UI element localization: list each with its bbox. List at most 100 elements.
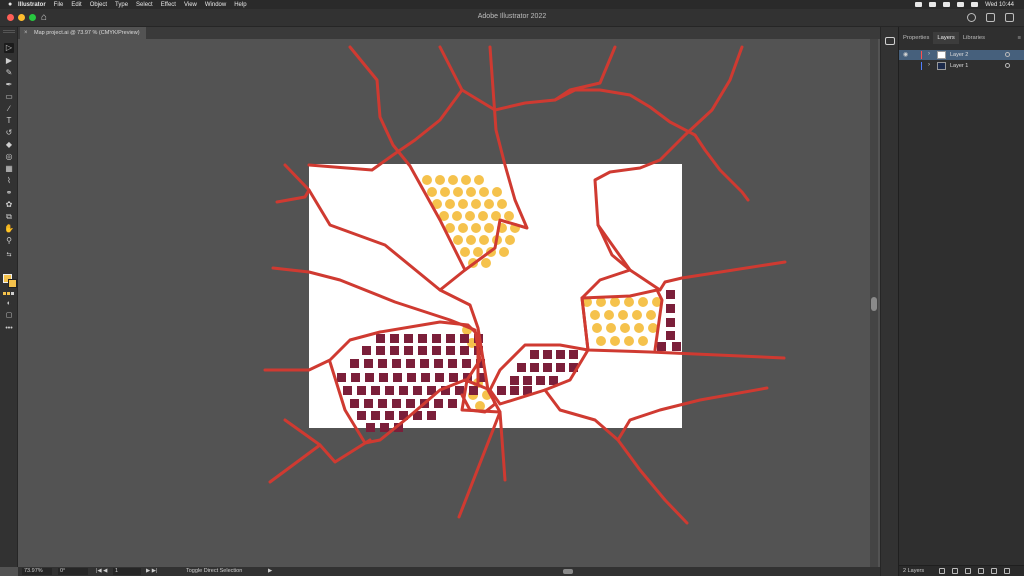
- vertical-scrollbar[interactable]: [870, 39, 878, 567]
- gradient-mode-button[interactable]: [7, 292, 10, 295]
- horizontal-scrollbar-thumb[interactable]: [563, 569, 573, 574]
- menu-type[interactable]: Type: [115, 2, 128, 8]
- arrange-documents-icon[interactable]: [986, 13, 995, 22]
- rotation-field[interactable]: 0°: [58, 568, 88, 575]
- shape-builder-tool-icon[interactable]: ◎: [4, 152, 14, 162]
- layer-target-icon[interactable]: [1005, 63, 1010, 68]
- menu-effect[interactable]: Effect: [161, 2, 176, 8]
- status-icon[interactable]: [915, 2, 923, 7]
- none-mode-button[interactable]: [11, 292, 14, 295]
- layer-name[interactable]: Layer 2: [950, 52, 968, 58]
- collect-export-icon[interactable]: [939, 568, 945, 574]
- pattern-dot: [471, 199, 481, 209]
- layer-name[interactable]: Layer 1: [950, 63, 968, 69]
- screen-mode-icon[interactable]: ▢: [4, 311, 14, 321]
- paintbrush-tool-icon[interactable]: ∕: [4, 104, 14, 114]
- menu-object[interactable]: Object: [90, 2, 107, 8]
- symbol-sprayer-tool-icon[interactable]: ✿: [4, 200, 14, 210]
- battery-icon[interactable]: [971, 2, 979, 7]
- scrollbar-thumb[interactable]: [871, 297, 877, 311]
- hand-tool-icon[interactable]: ✋: [4, 224, 14, 234]
- rotate-tool-icon[interactable]: ↺: [4, 128, 14, 138]
- eraser-tool-icon[interactable]: ◆: [4, 140, 14, 150]
- menu-view[interactable]: View: [184, 2, 197, 8]
- expand-layer-chevron-icon[interactable]: ›: [928, 51, 930, 57]
- status-icon[interactable]: [943, 2, 951, 7]
- color-mode-button[interactable]: [3, 292, 6, 295]
- road-path[interactable]: [275, 163, 311, 204]
- menu-edit[interactable]: Edit: [71, 2, 81, 8]
- pattern-square: [530, 350, 539, 359]
- pattern-square: [365, 373, 374, 382]
- direct-selection-tool-icon[interactable]: ▶: [4, 56, 14, 66]
- pattern-dot: [453, 235, 463, 245]
- new-sublayer-icon[interactable]: [978, 568, 984, 574]
- artboard-number-field[interactable]: 1: [113, 568, 141, 575]
- panel-menu-icon[interactable]: ≡: [1018, 32, 1021, 44]
- rectangle-tool-icon[interactable]: ▭: [4, 92, 14, 102]
- status-menu-arrow-icon[interactable]: ▶: [268, 568, 272, 575]
- comments-icon[interactable]: [885, 37, 895, 45]
- delete-layer-icon[interactable]: [1004, 568, 1010, 574]
- close-tab-icon[interactable]: ×: [24, 27, 28, 39]
- pattern-square: [392, 359, 401, 368]
- clock[interactable]: Wed 10:44: [985, 2, 1014, 8]
- canvas-area[interactable]: [18, 39, 880, 567]
- menu-window[interactable]: Window: [205, 2, 226, 8]
- draw-mode-icon[interactable]: ◐: [4, 299, 14, 309]
- menu-file[interactable]: File: [54, 2, 64, 8]
- tab-libraries[interactable]: Libraries: [959, 32, 989, 44]
- visibility-eye-icon[interactable]: ◉: [903, 51, 908, 58]
- pattern-square: [432, 346, 441, 355]
- document-tab[interactable]: × Map project.ai @ 73.97 % (CMYK/Preview…: [20, 27, 146, 39]
- type-tool-icon[interactable]: T: [4, 116, 14, 126]
- layer-row-layer-1[interactable]: › Layer 1: [899, 61, 1024, 71]
- artboard-tool-icon[interactable]: ⧉: [4, 212, 14, 222]
- pen-tool-icon[interactable]: ✒: [4, 80, 14, 90]
- next-artboard-button[interactable]: ▶ ▶|: [146, 568, 157, 575]
- zoom-level-field[interactable]: 73.97%: [22, 568, 52, 575]
- status-icon[interactable]: [929, 2, 937, 7]
- tab-properties[interactable]: Properties: [899, 32, 933, 44]
- menu-help[interactable]: Help: [234, 2, 246, 8]
- pattern-dot: [427, 187, 437, 197]
- swap-fill-stroke-icon[interactable]: ⇆: [4, 250, 14, 260]
- artwork[interactable]: [18, 39, 880, 567]
- layer-row-layer-2[interactable]: ◉ › Layer 2: [899, 50, 1024, 60]
- pattern-square: [434, 359, 443, 368]
- gradient-tool-icon[interactable]: ▦: [4, 164, 14, 174]
- menu-select[interactable]: Select: [136, 2, 153, 8]
- eyedropper-tool-icon[interactable]: ⌇: [4, 176, 14, 186]
- zoom-tool-icon[interactable]: ⚲: [4, 236, 14, 246]
- road-path[interactable]: [268, 443, 322, 484]
- pattern-square: [418, 334, 427, 343]
- prev-artboard-button[interactable]: |◀ ◀: [96, 568, 107, 575]
- workspace-icon[interactable]: [1005, 13, 1014, 22]
- search-icon[interactable]: [967, 13, 976, 22]
- magic-wand-tool-icon[interactable]: ✎: [4, 68, 14, 78]
- apple-menu-icon[interactable]: ●: [8, 1, 18, 8]
- menu-app-illustrator[interactable]: Illustrator: [18, 2, 46, 8]
- locate-object-icon[interactable]: [952, 568, 958, 574]
- pattern-dot: [492, 187, 502, 197]
- clipping-mask-icon[interactable]: [965, 568, 971, 574]
- selection-tool-icon[interactable]: ▷: [4, 43, 14, 53]
- pattern-dot: [504, 211, 514, 221]
- blend-tool-icon[interactable]: ⚭: [4, 188, 14, 198]
- pattern-square: [510, 386, 519, 395]
- pattern-dot: [466, 235, 476, 245]
- new-layer-icon[interactable]: [991, 568, 997, 574]
- pattern-dot: [610, 336, 620, 346]
- pattern-dot: [479, 235, 489, 245]
- panel-grip[interactable]: [3, 30, 15, 33]
- stroke-swatch[interactable]: [8, 279, 17, 288]
- layer-target-icon[interactable]: [1005, 52, 1010, 57]
- wifi-icon[interactable]: [957, 2, 965, 7]
- pattern-square: [379, 373, 388, 382]
- expand-layer-chevron-icon[interactable]: ›: [928, 62, 930, 68]
- pattern-square: [666, 290, 675, 299]
- tab-layers[interactable]: Layers: [933, 32, 959, 44]
- edit-toolbar-icon[interactable]: •••: [4, 324, 14, 334]
- pattern-square: [407, 373, 416, 382]
- road-path[interactable]: [438, 45, 617, 112]
